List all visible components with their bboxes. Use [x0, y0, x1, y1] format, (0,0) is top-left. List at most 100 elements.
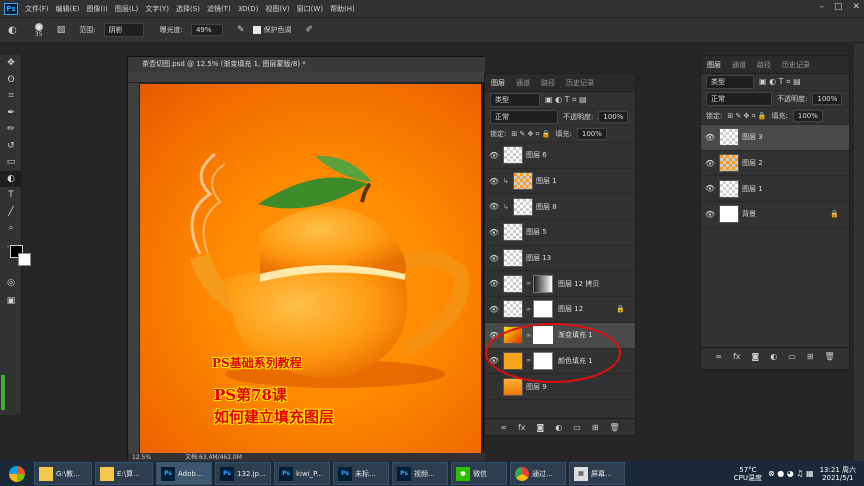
- layer-row[interactable]: 👁 ∞ 图层 12 🔒: [485, 297, 635, 323]
- layer-row[interactable]: 👁 图层 1: [701, 176, 849, 203]
- taskbar-item[interactable]: Ps kiwi_P...: [274, 462, 330, 485]
- menu-view[interactable]: 视图(V): [265, 4, 289, 14]
- brush-tool-icon[interactable]: ✏: [0, 121, 22, 138]
- clock-time[interactable]: 13:21 周六: [820, 466, 856, 474]
- move-tool-icon[interactable]: ✥: [0, 55, 22, 72]
- eye-icon[interactable]: 👁: [701, 159, 719, 168]
- menu-file[interactable]: 文件(F): [25, 4, 49, 14]
- new-layer-icon[interactable]: ⊞: [592, 423, 599, 432]
- adjustment-layer-icon[interactable]: ◐: [770, 352, 777, 361]
- adjustment-layer-icon[interactable]: ◐: [555, 423, 562, 432]
- menu-edit[interactable]: 编辑(E): [56, 4, 80, 14]
- eye-icon[interactable]: 👁: [701, 133, 719, 142]
- dodge-tool-icon-sel[interactable]: ◐: [0, 170, 22, 187]
- filter-icons[interactable]: ▣ ◐ T ⌗ ▤: [545, 95, 587, 105]
- link-layers-icon[interactable]: ∞: [715, 352, 722, 361]
- menu-select[interactable]: 选择(S): [176, 4, 200, 14]
- new-layer-icon[interactable]: ⊞: [807, 352, 814, 361]
- screen-mode-icon[interactable]: ▣: [0, 293, 22, 310]
- lock-icons[interactable]: ⊞ ✎ ✥ ⌗ 🔒: [511, 130, 550, 139]
- protect-tones-checkbox[interactable]: 保护色调: [252, 25, 292, 35]
- opacity-input[interactable]: 100%: [598, 111, 629, 123]
- quick-mask-icon[interactable]: ◎: [0, 275, 22, 292]
- menu-help[interactable]: 帮助(H): [330, 4, 355, 14]
- close-icon[interactable]: ✕: [852, 2, 860, 12]
- eye-icon[interactable]: 👁: [701, 210, 719, 219]
- menu-image[interactable]: 图像(I): [86, 4, 108, 14]
- airbrush-icon[interactable]: ✎: [237, 25, 245, 35]
- taskbar-item[interactable]: Ps 未标...: [333, 462, 389, 485]
- zoom-tool-icon[interactable]: ⌕: [0, 220, 22, 237]
- clock-date[interactable]: 2021/5/1: [822, 474, 853, 482]
- menu-window[interactable]: 窗口(W): [297, 4, 323, 14]
- brush-preset-icon[interactable]: 35: [34, 22, 43, 38]
- blend-mode-select[interactable]: 正常: [490, 110, 558, 124]
- fx-icon[interactable]: fx: [518, 423, 526, 432]
- layer-row[interactable]: 👁 背景 🔒: [701, 202, 849, 228]
- lock-icons-2[interactable]: ⊞ ✎ ✥ ⌗ 🔒: [727, 112, 766, 121]
- eye-icon[interactable]: 👁: [485, 151, 503, 160]
- trash-icon[interactable]: 🗑: [825, 352, 835, 361]
- eye-icon[interactable]: 👁: [485, 177, 503, 186]
- tab-layers-2[interactable]: 图层: [707, 60, 721, 70]
- layer-filter-select[interactable]: 类型: [490, 93, 540, 107]
- tray-icons[interactable]: ⊗ ● ◕ ♫ ▦: [768, 469, 814, 478]
- eye-icon[interactable]: 👁: [485, 305, 503, 314]
- zoom-level[interactable]: 12.5%: [132, 454, 151, 461]
- layer-row[interactable]: 👁 图层 6: [485, 143, 635, 169]
- taskbar-item[interactable]: ● 微信: [451, 462, 507, 485]
- taskbar-item[interactable]: ▦ 屏幕...: [569, 462, 625, 485]
- layer-row[interactable]: 👁 ↳ 图层 8: [485, 194, 635, 221]
- menu-filter[interactable]: 滤镜(T): [207, 4, 231, 14]
- group-icon[interactable]: ▭: [573, 423, 581, 432]
- tab-channels[interactable]: 通道: [516, 78, 530, 88]
- crop-tool-icon[interactable]: ⌗: [0, 88, 22, 105]
- canvas[interactable]: PS基础系列教程 PS第78课 如何建立填充图层: [140, 84, 481, 454]
- layer-row[interactable]: 👁 图层 2: [701, 151, 849, 177]
- tab-paths-2[interactable]: 路径: [757, 60, 771, 70]
- pressure-icon[interactable]: ✐: [306, 25, 314, 35]
- tab-paths[interactable]: 路径: [541, 78, 555, 88]
- layer-mask[interactable]: [533, 300, 553, 319]
- trash-icon[interactable]: 🗑: [610, 423, 620, 432]
- tab-history[interactable]: 历史记录: [566, 78, 594, 88]
- tab-layers[interactable]: 图层: [491, 78, 505, 88]
- tab-history-2[interactable]: 历史记录: [782, 60, 810, 70]
- line-tool-icon[interactable]: ╱: [0, 204, 22, 221]
- tab-channels-2[interactable]: 通道: [732, 60, 746, 70]
- background-color[interactable]: [18, 253, 31, 266]
- layer-row[interactable]: 👁 ∞ 图层 12 拷贝: [485, 271, 635, 298]
- taskbar-item-active[interactable]: Ps Adob...: [156, 462, 212, 485]
- layer-row[interactable]: 👁 ↳ 图层 1: [485, 169, 635, 195]
- eye-icon[interactable]: 👁: [485, 228, 503, 237]
- layer-row[interactable]: 👁 图层 5: [485, 220, 635, 246]
- type-tool-icon[interactable]: T: [0, 187, 22, 204]
- eye-icon[interactable]: 👁: [701, 184, 719, 193]
- fill-input[interactable]: 100%: [576, 128, 607, 140]
- layer-row[interactable]: 👁 图层 13: [485, 246, 635, 272]
- menu-type[interactable]: 文字(Y): [145, 4, 169, 14]
- eye-icon[interactable]: 👁: [485, 202, 503, 211]
- add-mask-icon[interactable]: ◙: [752, 352, 760, 361]
- link-layers-icon[interactable]: ∞: [500, 423, 507, 432]
- group-icon[interactable]: ▭: [788, 352, 796, 361]
- add-mask-icon[interactable]: ◙: [537, 423, 545, 432]
- lasso-tool-icon[interactable]: ʘ: [0, 72, 22, 89]
- fx-icon[interactable]: fx: [733, 352, 741, 361]
- exposure-input[interactable]: 49%: [190, 24, 223, 36]
- dodge-tool-icon[interactable]: ◐: [8, 25, 17, 36]
- blend-mode-select-2[interactable]: 正常: [706, 92, 772, 106]
- layer-filter-select-2[interactable]: 类型: [706, 75, 754, 89]
- eye-icon[interactable]: 👁: [485, 254, 503, 263]
- taskbar-item[interactable]: Ps 132.jp...: [215, 462, 271, 485]
- layer-mask[interactable]: [533, 274, 553, 293]
- document-tab[interactable]: 茶壶切图.psd @ 12.5% (渐变填充 1, 图层蒙版/8) *: [128, 57, 485, 72]
- menu-3d[interactable]: 3D(D): [238, 5, 259, 13]
- layer-row-selected[interactable]: 👁 图层 3: [701, 125, 849, 151]
- start-button[interactable]: [0, 461, 34, 486]
- eyedropper-tool-icon[interactable]: ✒: [0, 105, 22, 122]
- opacity-input-2[interactable]: 100%: [812, 93, 843, 105]
- gradient-tool-icon[interactable]: ▭: [0, 154, 22, 171]
- brush-settings-icon[interactable]: ▨: [57, 25, 66, 35]
- fill-input-2[interactable]: 100%: [792, 110, 823, 122]
